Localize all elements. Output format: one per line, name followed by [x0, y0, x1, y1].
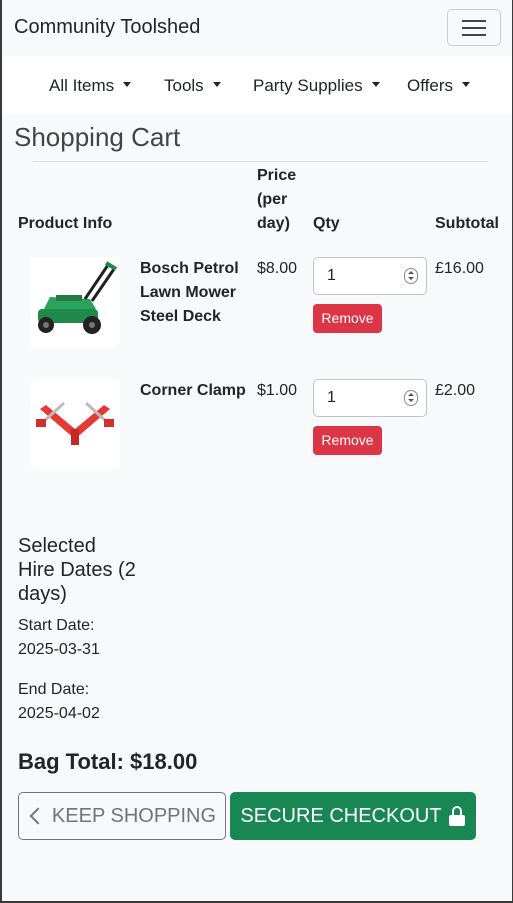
nav-item-label: All Items [49, 76, 115, 95]
page-title: Shopping Cart [14, 122, 181, 152]
hamburger-icon [462, 20, 486, 22]
caret-down-icon [461, 82, 470, 88]
lock-icon [448, 806, 466, 826]
header-subtotal: Subtotal [435, 215, 499, 232]
remove-button[interactable]: Remove [313, 426, 382, 455]
window-frame-left [0, 0, 2, 903]
nav-item-party-supplies[interactable]: Party Supplies [253, 76, 380, 96]
start-date-value: 2025-03-31 [18, 641, 100, 658]
checkout-label: SECURE CHECKOUT [240, 804, 442, 827]
hamburger-icon-line [462, 27, 486, 29]
end-date-label: End Date: [18, 681, 90, 698]
spinner-icon[interactable] [404, 390, 418, 406]
lawn-mower-icon [30, 257, 120, 347]
chevron-left-icon [29, 807, 47, 825]
brand-link[interactable]: Community Toolshed [14, 16, 200, 39]
quantity-input[interactable]: 1 [313, 257, 427, 295]
header-qty: Qty [313, 215, 340, 232]
hamburger-icon-line [462, 34, 486, 36]
bag-total: Bag Total: $18.00 [18, 749, 198, 774]
nav-item-offers[interactable]: Offers [407, 76, 470, 96]
quantity-value: 1 [327, 267, 336, 284]
quantity-value: 1 [327, 389, 336, 406]
end-date-value: 2025-04-02 [18, 705, 100, 722]
keep-shopping-button[interactable]: KEEP SHOPPING [18, 792, 226, 840]
quantity-input[interactable]: 1 [313, 379, 427, 417]
secure-checkout-button[interactable]: SECURE CHECKOUT [230, 792, 476, 840]
product-name[interactable]: Bosch Petrol Lawn Mower Steel Deck [140, 257, 252, 329]
nav-item-label: Offers [407, 76, 453, 95]
nav-item-label: Tools [164, 76, 204, 95]
product-price: $1.00 [257, 382, 298, 399]
nav-item-all-items[interactable]: All Items [49, 76, 132, 96]
start-date-label: Start Date: [18, 617, 95, 634]
spinner-icon[interactable] [404, 268, 418, 284]
product-price: $8.00 [257, 260, 298, 277]
corner-clamp-icon [30, 379, 120, 469]
caret-down-icon [123, 82, 132, 88]
keep-shopping-label: KEEP SHOPPING [51, 804, 217, 827]
remove-button[interactable]: Remove [313, 304, 382, 333]
row-subtotal: £16.00 [435, 260, 484, 277]
header-product-info: Product Info [18, 215, 113, 232]
nav-item-tools[interactable]: Tools [164, 76, 221, 96]
nav-divider [33, 161, 488, 162]
caret-down-icon [371, 82, 380, 88]
navbar-toggler-button[interactable] [447, 9, 501, 46]
product-name[interactable]: Corner Clamp [140, 379, 252, 403]
navbar: Community Toolshed [2, 0, 512, 56]
hire-dates-title: Selected Hire Dates (2 days) [18, 535, 136, 605]
row-subtotal: £2.00 [435, 382, 476, 399]
nav-item-label: Party Supplies [253, 76, 363, 95]
nav-menu: All Items Tools Party Supplies Offers [3, 56, 512, 162]
header-price: Price (per day) [257, 167, 297, 232]
caret-down-icon [212, 82, 221, 88]
